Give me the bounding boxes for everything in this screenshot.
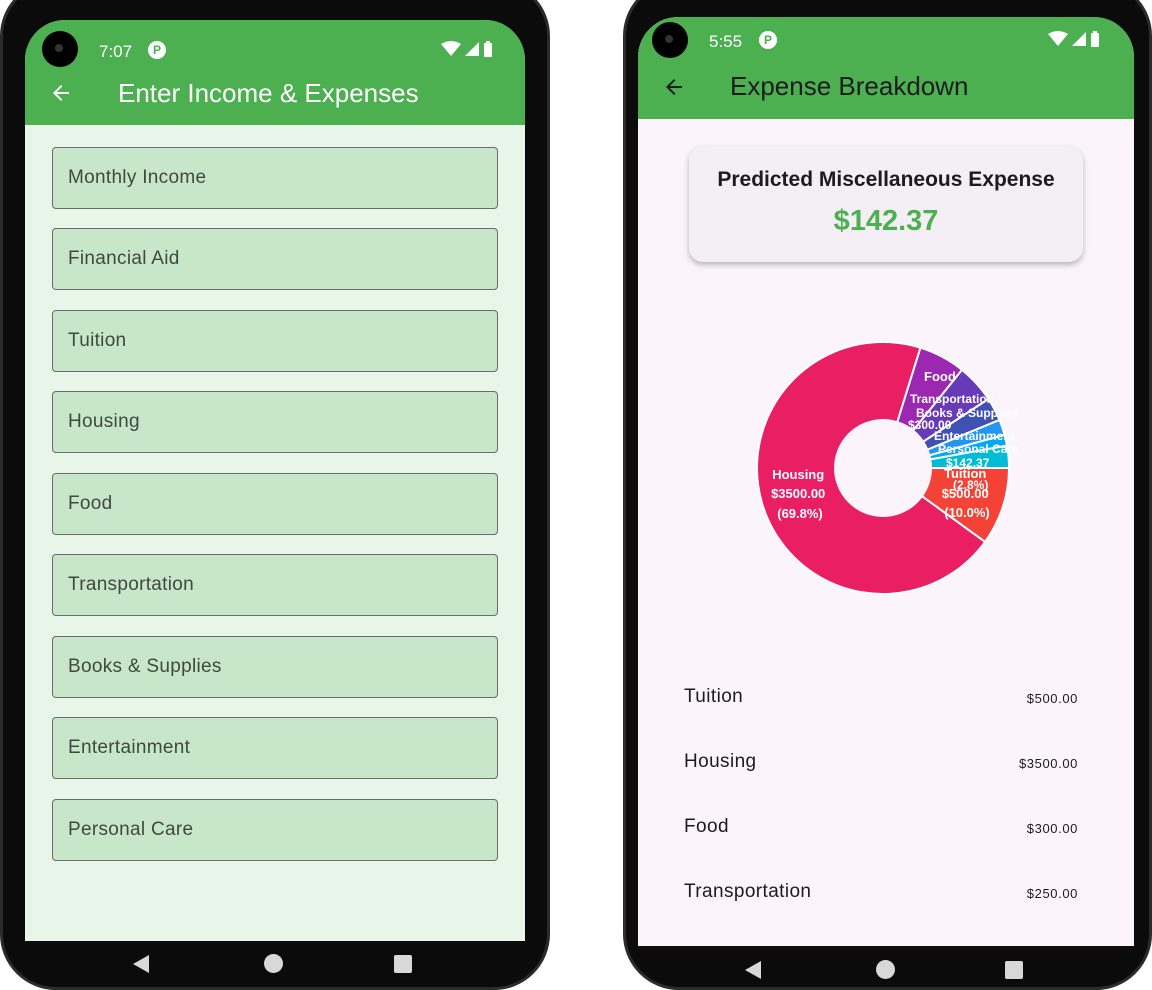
app-bar: Expense Breakdown (638, 67, 1134, 119)
field-label: Books & Supplies (68, 656, 222, 677)
signal-icon (1072, 32, 1086, 46)
expense-amount: $500.00 (1026, 691, 1078, 706)
personal-care-field[interactable]: Personal Care (52, 799, 498, 861)
income-expenses-screen: 7:07 P Enter Income & Expenses Monthly I… (25, 20, 525, 941)
battery-icon (1091, 31, 1099, 47)
expense-name: Transportation (684, 881, 812, 902)
expense-name: Housing (684, 751, 757, 772)
food-slice-label: Food (924, 369, 956, 384)
system-icons (1048, 31, 1100, 47)
field-label: Monthly Income (68, 167, 207, 188)
personal-care-slice-label: Personal Care (938, 442, 1018, 456)
donut-hole (834, 419, 932, 517)
field-label: Personal Care (68, 819, 194, 840)
entertainment-field[interactable]: Entertainment (52, 717, 498, 779)
system-icons (441, 41, 493, 57)
expense-row: Tuition $500.00 (684, 686, 1078, 716)
housing-label-amount: $3500.00 (771, 486, 825, 501)
misc-percent-label: (2.8%) (953, 478, 988, 492)
back-arrow-icon[interactable] (49, 81, 73, 110)
status-time: 5:55 (709, 32, 743, 51)
financial-aid-field[interactable]: Financial Aid (52, 228, 498, 290)
field-label: Entertainment (68, 737, 191, 758)
signal-icon (465, 42, 479, 56)
housing-field[interactable]: Housing (52, 391, 498, 453)
expense-name: Tuition (684, 686, 744, 707)
navigation-bar (3, 953, 547, 977)
tuition-field[interactable]: Tuition (52, 310, 498, 372)
transportation-field[interactable]: Transportation (52, 554, 498, 616)
phone-frame-right: 5:55 P Expense Breakdown Predicted Misce… (623, 0, 1152, 990)
entertainment-slice-label: Entertainment (934, 429, 1015, 443)
nav-home-icon[interactable] (264, 954, 283, 973)
expense-row: Transportation $250.00 (684, 881, 1078, 911)
expense-row: Food $300.00 (684, 816, 1078, 846)
misc-slice-label: $142.37 (946, 456, 990, 470)
field-label: Housing (68, 411, 140, 432)
tuition-label-percent: (10.0%) (944, 505, 990, 520)
notification-icon: P (148, 41, 166, 59)
notification-icon: P (759, 31, 777, 49)
page-title: Expense Breakdown (730, 71, 969, 101)
expense-row: Housing $3500.00 (684, 751, 1078, 781)
housing-label-name: Housing (772, 467, 824, 482)
expense-donut-chart: Housing $3500.00 (69.8%) Tuition $500.00… (756, 341, 1018, 595)
field-label: Financial Aid (68, 248, 180, 269)
nav-home-icon[interactable] (876, 960, 895, 979)
field-label: Transportation (68, 574, 195, 595)
expense-amount: $250.00 (1026, 886, 1078, 901)
battery-icon (484, 41, 492, 57)
housing-slice-label: Housing $3500.00 (69.8%) (771, 467, 829, 521)
nav-back-icon[interactable] (745, 961, 761, 979)
tuition-slice-label: Tuition $500.00 (10.0%) (942, 466, 993, 520)
navigation-bar (626, 960, 1149, 985)
status-time: 7:07 (99, 42, 133, 61)
expense-breakdown-screen: 5:55 P Expense Breakdown Predicted Misce… (638, 17, 1134, 946)
app-bar: Enter Income & Expenses (25, 70, 525, 125)
back-arrow-icon[interactable] (662, 75, 686, 104)
phone-frame-left: 7:07 P Enter Income & Expenses Monthly I… (0, 0, 550, 990)
page-title: Enter Income & Expenses (118, 78, 419, 108)
nav-recents-icon[interactable] (1005, 961, 1023, 979)
expense-name: Food (684, 816, 729, 837)
nav-recents-icon[interactable] (394, 955, 412, 973)
expense-amount: $3500.00 (1018, 756, 1078, 771)
housing-label-percent: (69.8%) (777, 506, 823, 521)
camera-cutout (652, 22, 688, 58)
field-label: Tuition (68, 330, 127, 351)
transportation-slice-label: Transportation (910, 392, 994, 406)
food-field[interactable]: Food (52, 473, 498, 535)
wifi-icon (1048, 31, 1068, 46)
nav-back-icon[interactable] (133, 955, 149, 973)
wifi-icon (441, 41, 461, 56)
expense-amount: $300.00 (1026, 821, 1078, 836)
predicted-expense-card: Predicted Miscellaneous Expense $142.37 (689, 146, 1083, 262)
card-title: Predicted Miscellaneous Expense (717, 168, 1055, 191)
camera-cutout (42, 31, 78, 67)
monthly-income-field[interactable]: Monthly Income (52, 147, 498, 209)
books-supplies-field[interactable]: Books & Supplies (52, 636, 498, 698)
field-label: Food (68, 493, 113, 514)
predicted-expense-value: $142.37 (833, 205, 939, 237)
